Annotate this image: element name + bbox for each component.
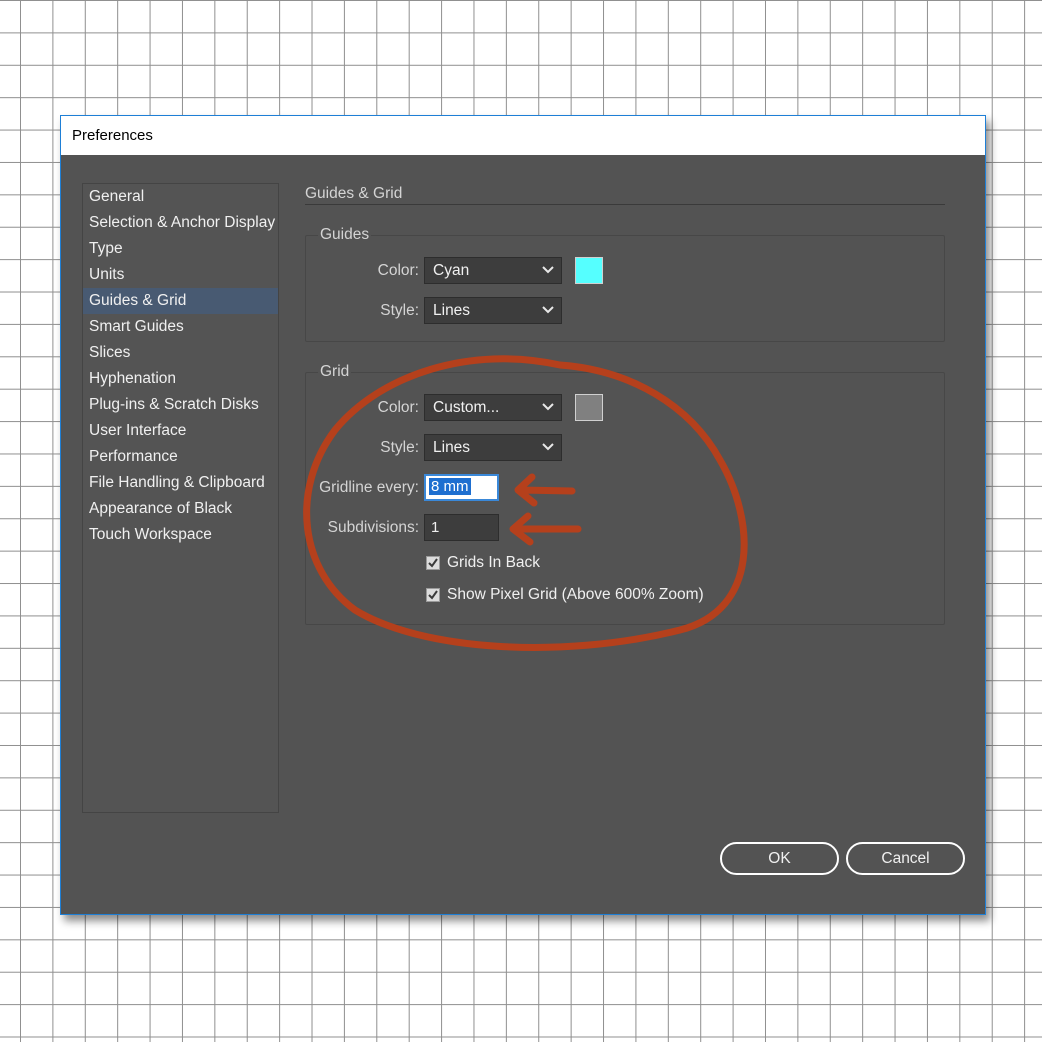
guides-style-select[interactable]: Lines [424,297,562,324]
sidebar-item-performance[interactable]: Performance [83,444,278,470]
chevron-down-icon [542,266,554,274]
guides-style-value: Lines [433,302,471,319]
preferences-sidebar: General Selection & Anchor Display Type … [82,183,279,813]
grid-style-value: Lines [433,439,471,456]
grids-in-back-checkbox[interactable] [426,556,440,570]
grid-color-value: Custom... [433,399,500,416]
guides-color-swatch[interactable] [575,257,603,284]
preferences-dialog: Preferences General Selection & Anchor D… [60,115,986,915]
chevron-down-icon [542,306,554,314]
checkmark-icon [428,590,438,600]
sidebar-item-slices[interactable]: Slices [83,340,278,366]
gridline-every-value: 8 mm [429,478,471,495]
subdivisions-value: 1 [431,519,440,536]
sidebar-item-guides-grid[interactable]: Guides & Grid [83,288,278,314]
sidebar-item-type[interactable]: Type [83,236,278,262]
grid-style-label: Style: [380,439,419,456]
guides-group-label: Guides [318,226,372,244]
sidebar-item-general[interactable]: General [83,184,278,210]
chevron-down-icon [542,443,554,451]
show-pixel-grid-checkbox[interactable] [426,588,440,602]
grid-color-select[interactable]: Custom... [424,394,562,421]
sidebar-item-appearance-of-black[interactable]: Appearance of Black [83,496,278,522]
guides-style-label: Style: [380,302,419,319]
grid-color-swatch[interactable] [575,394,603,421]
sidebar-item-smart-guides[interactable]: Smart Guides [83,314,278,340]
guides-group [305,235,945,342]
subdivisions-label: Subdivisions: [327,519,419,536]
grid-color-label: Color: [377,399,419,416]
sidebar-item-hyphenation[interactable]: Hyphenation [83,366,278,392]
checkmark-icon [428,558,438,568]
sidebar-item-user-interface[interactable]: User Interface [83,418,278,444]
grid-group-label: Grid [318,363,352,381]
gridline-every-input[interactable]: 8 mm [424,474,499,501]
dialog-title: Preferences [61,116,985,155]
chevron-down-icon [542,403,554,411]
grids-in-back-label[interactable]: Grids In Back [447,554,540,572]
show-pixel-grid-label[interactable]: Show Pixel Grid (Above 600% Zoom) [447,586,704,604]
section-title: Guides & Grid [305,185,403,202]
gridline-every-label: Gridline every: [319,479,419,496]
sidebar-item-plugins-scratch-disks[interactable]: Plug-ins & Scratch Disks [83,392,278,418]
sidebar-item-touch-workspace[interactable]: Touch Workspace [83,522,278,548]
ok-button[interactable]: OK [720,842,839,875]
sidebar-item-selection-anchor-display[interactable]: Selection & Anchor Display [83,210,278,236]
section-divider [305,204,945,205]
sidebar-item-units[interactable]: Units [83,262,278,288]
subdivisions-input[interactable]: 1 [424,514,499,541]
guides-color-select[interactable]: Cyan [424,257,562,284]
sidebar-item-file-handling-clipboard[interactable]: File Handling & Clipboard [83,470,278,496]
guides-color-label: Color: [377,262,419,279]
cancel-button[interactable]: Cancel [846,842,965,875]
grid-style-select[interactable]: Lines [424,434,562,461]
guides-color-value: Cyan [433,262,470,279]
